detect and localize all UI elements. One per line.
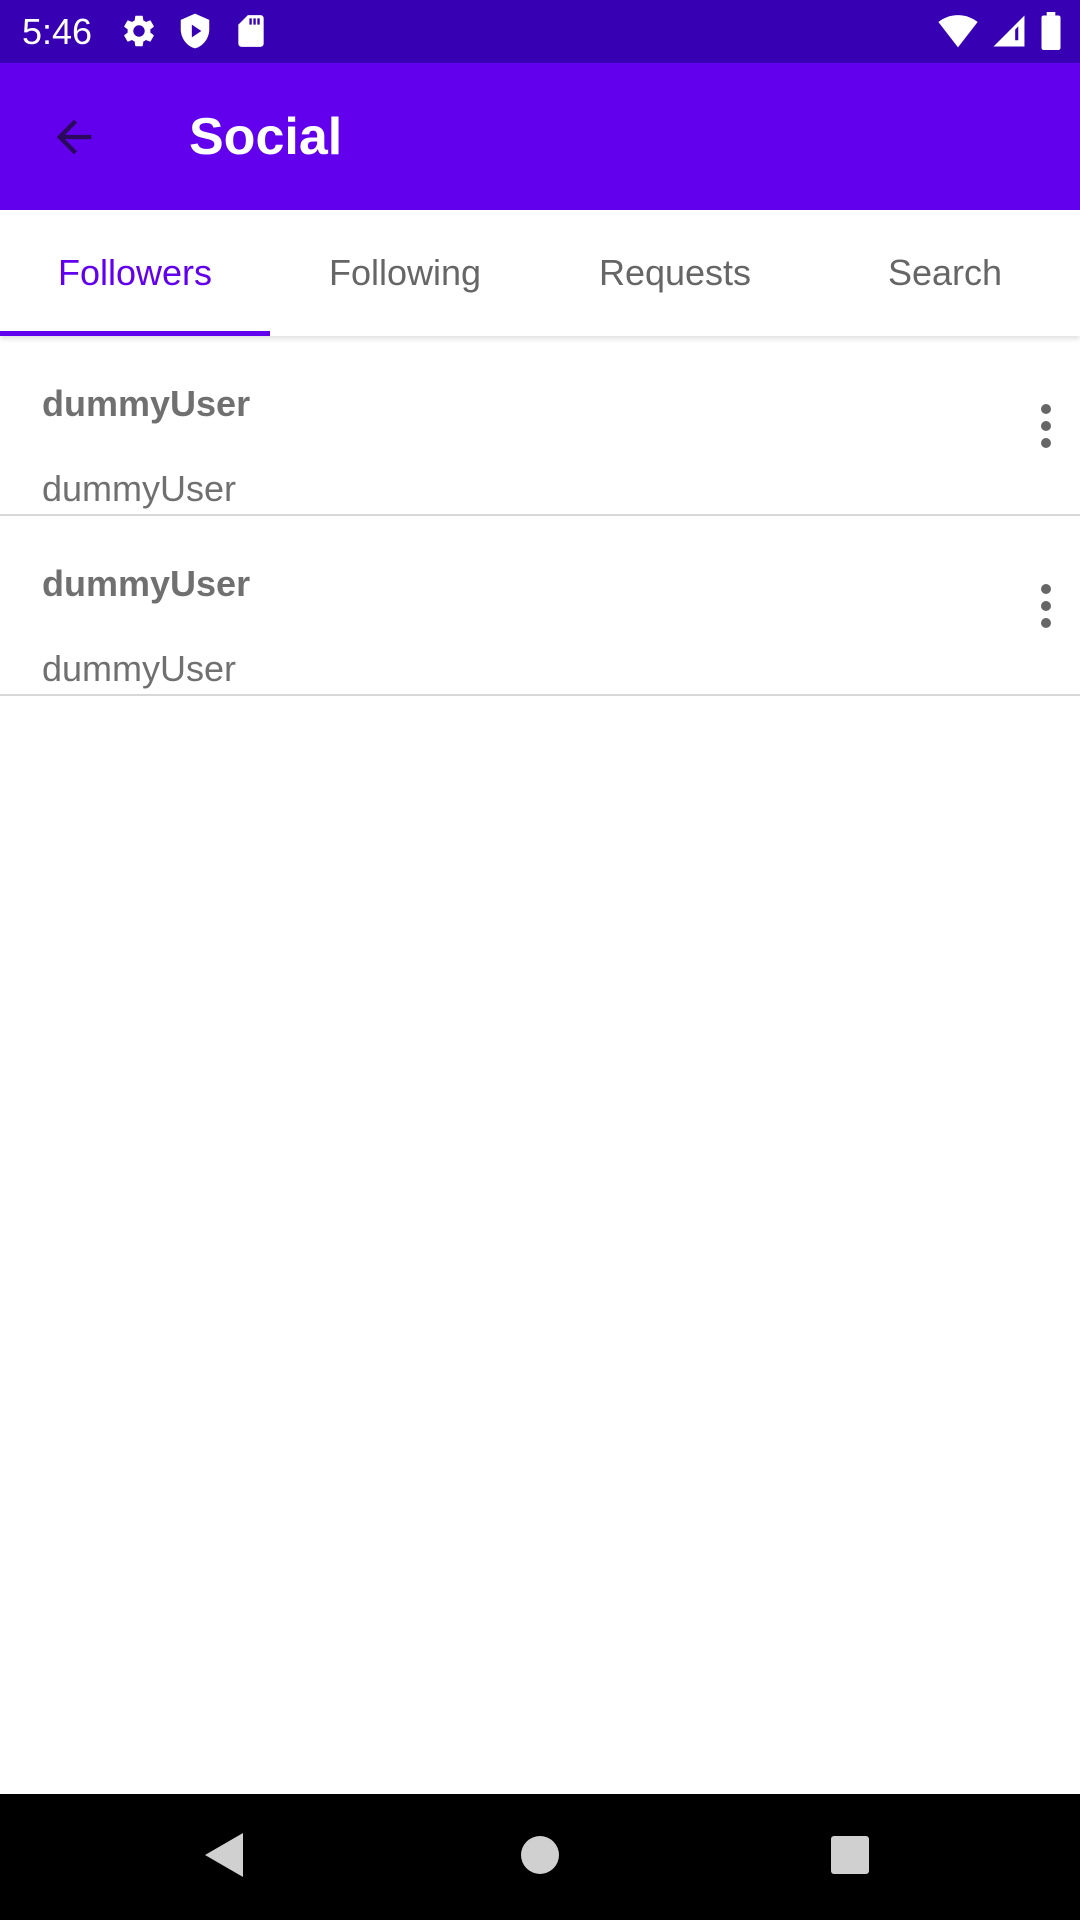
signal-icon [992,13,1026,49]
recents-square-icon [830,1835,870,1880]
social-screen: 5:46 Social Followers Following Requests… [0,0,1080,1920]
tab-label: Search [887,252,1003,293]
tab-label: Followers [57,252,213,293]
user-name: dummyUser [42,563,251,604]
more-options-button[interactable] [1022,570,1070,642]
tab-label: Requests [598,252,752,293]
back-button[interactable] [34,103,114,171]
settings-icon [120,12,158,50]
list-item[interactable]: dummyUser dummyUser [0,336,1080,516]
tab-search[interactable]: Search [810,210,1080,336]
tab-label: Following [328,252,482,293]
app-bar: Social [0,63,1080,210]
nav-home-button[interactable] [505,1822,575,1892]
shield-icon [176,12,214,50]
battery-icon [1040,12,1062,50]
tab-followers[interactable]: Followers [0,210,270,336]
more-vert-icon [1039,403,1053,449]
status-bar: 5:46 [0,0,1080,63]
tab-following[interactable]: Following [270,210,540,336]
nav-back-button[interactable] [190,1822,260,1892]
more-options-button[interactable] [1022,390,1070,462]
tab-bar: Followers Following Requests Search [0,210,1080,336]
status-right-icons [938,12,1062,50]
user-handle: dummyUser [42,468,237,509]
list-item[interactable]: dummyUser dummyUser [0,516,1080,696]
home-circle-icon [520,1835,560,1880]
followers-list: dummyUser dummyUser dummyUser dummyUser [0,336,1080,696]
back-triangle-icon [203,1831,247,1884]
nav-recents-button[interactable] [815,1822,885,1892]
sd-card-icon [232,12,270,50]
system-nav-bar [0,1794,1080,1920]
user-handle: dummyUser [42,648,237,689]
more-vert-icon [1039,583,1053,629]
user-name: dummyUser [42,383,251,424]
status-time: 5:46 [22,11,93,52]
arrow-back-icon [48,111,100,163]
status-left-icons [120,12,270,50]
wifi-icon [938,13,978,49]
page-title: Social [189,108,343,166]
tab-requests[interactable]: Requests [540,210,810,336]
